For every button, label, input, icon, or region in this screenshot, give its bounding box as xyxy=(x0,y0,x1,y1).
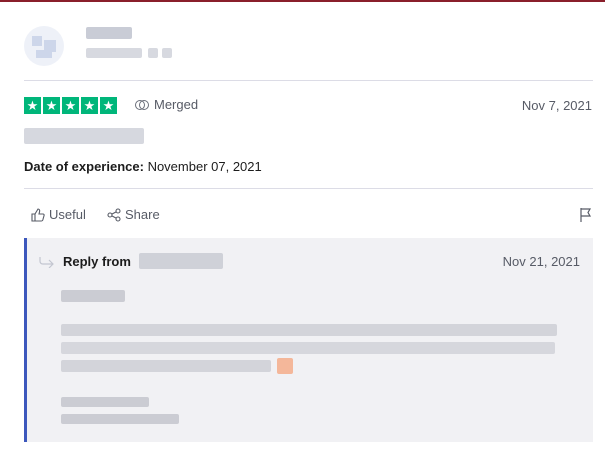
review-title-redacted xyxy=(24,128,144,144)
reply-body-redacted-line-3 xyxy=(61,360,271,372)
header-divider xyxy=(24,80,593,81)
review-card: ★ ★ ★ ★ ★ Merged Nov 7, 2021 Date of exp… xyxy=(0,2,605,458)
merged-badge: Merged xyxy=(135,97,198,112)
reply-title: Reply from xyxy=(63,254,131,269)
review-header xyxy=(24,22,593,82)
reply-arrow-icon xyxy=(39,257,54,268)
review-date: Nov 7, 2021 xyxy=(521,98,592,113)
date-of-experience: Date of experience: November 07, 2021 xyxy=(24,159,262,174)
share-label: Share xyxy=(125,207,160,222)
star-icon: ★ xyxy=(81,97,98,114)
star-icon: ★ xyxy=(43,97,60,114)
useful-label: Useful xyxy=(49,207,86,222)
company-reply: Reply from Nov 21, 2021 xyxy=(24,238,593,442)
reply-body-redacted-line-1 xyxy=(61,324,557,336)
star-icon: ★ xyxy=(62,97,79,114)
star-rating: ★ ★ ★ ★ ★ xyxy=(24,97,117,114)
reply-signature-redacted-2 xyxy=(61,414,179,424)
avatar[interactable] xyxy=(24,26,64,66)
company-name-redacted xyxy=(139,253,223,269)
share-icon xyxy=(107,207,121,222)
star-icon: ★ xyxy=(100,97,117,114)
experience-label: Date of experience: xyxy=(24,159,144,174)
reviewer-meta-redacted-2 xyxy=(148,48,158,58)
experience-date: November 07, 2021 xyxy=(147,159,262,174)
reviewer-name-redacted[interactable] xyxy=(86,27,132,39)
report-flag-button[interactable] xyxy=(579,207,593,228)
useful-button[interactable]: Useful xyxy=(31,207,86,222)
body-divider xyxy=(24,188,593,189)
reviewer-meta-redacted-3 xyxy=(162,48,172,58)
flag-icon xyxy=(580,208,592,222)
share-button[interactable]: Share xyxy=(107,207,160,222)
merged-label: Merged xyxy=(154,97,199,112)
thumbs-up-icon xyxy=(31,207,45,222)
reply-signature-redacted-1 xyxy=(61,397,149,407)
reply-date: Nov 21, 2021 xyxy=(502,254,580,269)
merged-icon xyxy=(135,99,149,110)
reply-greeting-redacted xyxy=(61,290,125,302)
reply-emoji-redacted xyxy=(277,358,293,374)
reviewer-meta-redacted xyxy=(86,48,142,58)
star-icon: ★ xyxy=(24,97,41,114)
reply-title-prefix: Reply from xyxy=(63,254,131,269)
reply-body-redacted-line-2 xyxy=(61,342,555,354)
